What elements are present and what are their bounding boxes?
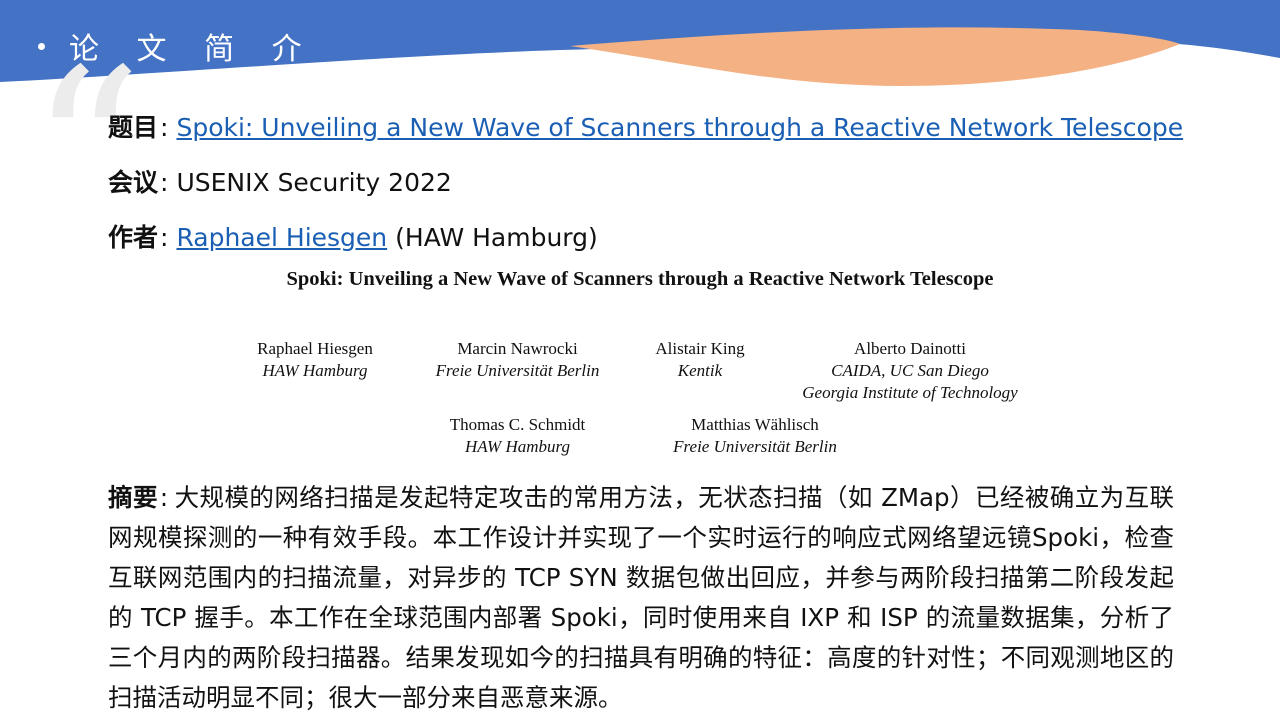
title-label: 题目 <box>108 113 159 142</box>
separator: : <box>160 223 169 252</box>
paper-author: Matthias Wählisch Freie Universität Berl… <box>650 414 860 458</box>
paper-title-link[interactable]: Spoki: Unveiling a New Wave of Scanners … <box>176 113 1183 142</box>
paper-author-affiliation: HAW Hamburg <box>465 437 570 456</box>
paper-author-name: Matthias Wählisch <box>691 415 819 434</box>
paper-author-affiliation: Freie Universität Berlin <box>673 437 837 456</box>
paper-author-name: Alistair King <box>655 339 745 358</box>
conference-value: USENIX Security 2022 <box>176 168 452 197</box>
paper-author-affiliation: HAW Hamburg <box>262 361 368 380</box>
separator: : <box>160 168 169 197</box>
author-link[interactable]: Raphael Hiesgen <box>176 223 387 252</box>
paper-author-name: Raphael Hiesgen <box>257 339 373 358</box>
paper-author: Alistair King Kentik <box>635 338 765 382</box>
separator: : <box>160 113 169 142</box>
paper-author-affiliation: CAIDA, UC San Diego <box>831 361 989 380</box>
paper-author: Marcin Nawrocki Freie Universität Berlin <box>420 338 615 382</box>
paper-author-affiliation: Kentik <box>677 361 723 380</box>
author-row: 作者 : Raphael Hiesgen (HAW Hamburg) <box>108 218 598 254</box>
paper-author: Alberto Dainotti CAIDA, UC San Diego Geo… <box>780 338 1040 404</box>
conference-label: 会议 <box>108 168 159 197</box>
paper-header-image: Spoki: Unveiling a New Wave of Scanners … <box>200 268 1080 468</box>
paper-header-title: Spoki: Unveiling a New Wave of Scanners … <box>286 268 994 290</box>
paper-author-name: Marcin Nawrocki <box>457 339 578 358</box>
paper-title-row: 题目 : Spoki: Unveiling a New Wave of Scan… <box>108 108 1183 144</box>
abstract-paragraph: 摘要: 大规模的网络扫描是发起特定攻击的常用方法，无状态扫描（如 ZMap）已经被… <box>108 478 1174 718</box>
abstract-text: 大规模的网络扫描是发起特定攻击的常用方法，无状态扫描（如 ZMap）已经被确立为… <box>108 483 1175 712</box>
author-label: 作者 <box>108 223 159 252</box>
conference-row: 会议 : USENIX Security 2022 <box>108 163 452 199</box>
paper-author-name: Alberto Dainotti <box>854 339 966 358</box>
paper-author: Thomas C. Schmidt HAW Hamburg <box>425 414 610 458</box>
paper-author-name: Thomas C. Schmidt <box>449 415 586 434</box>
separator: : <box>159 483 169 512</box>
abstract-label: 摘要 <box>108 483 158 512</box>
paper-author-affiliation: Freie Universität Berlin <box>435 361 600 380</box>
author-affiliation: (HAW Hamburg) <box>395 223 598 252</box>
paper-author: Raphael Hiesgen HAW Hamburg <box>240 338 390 382</box>
paper-author-affiliation-2: Georgia Institute of Technology <box>802 383 1018 402</box>
